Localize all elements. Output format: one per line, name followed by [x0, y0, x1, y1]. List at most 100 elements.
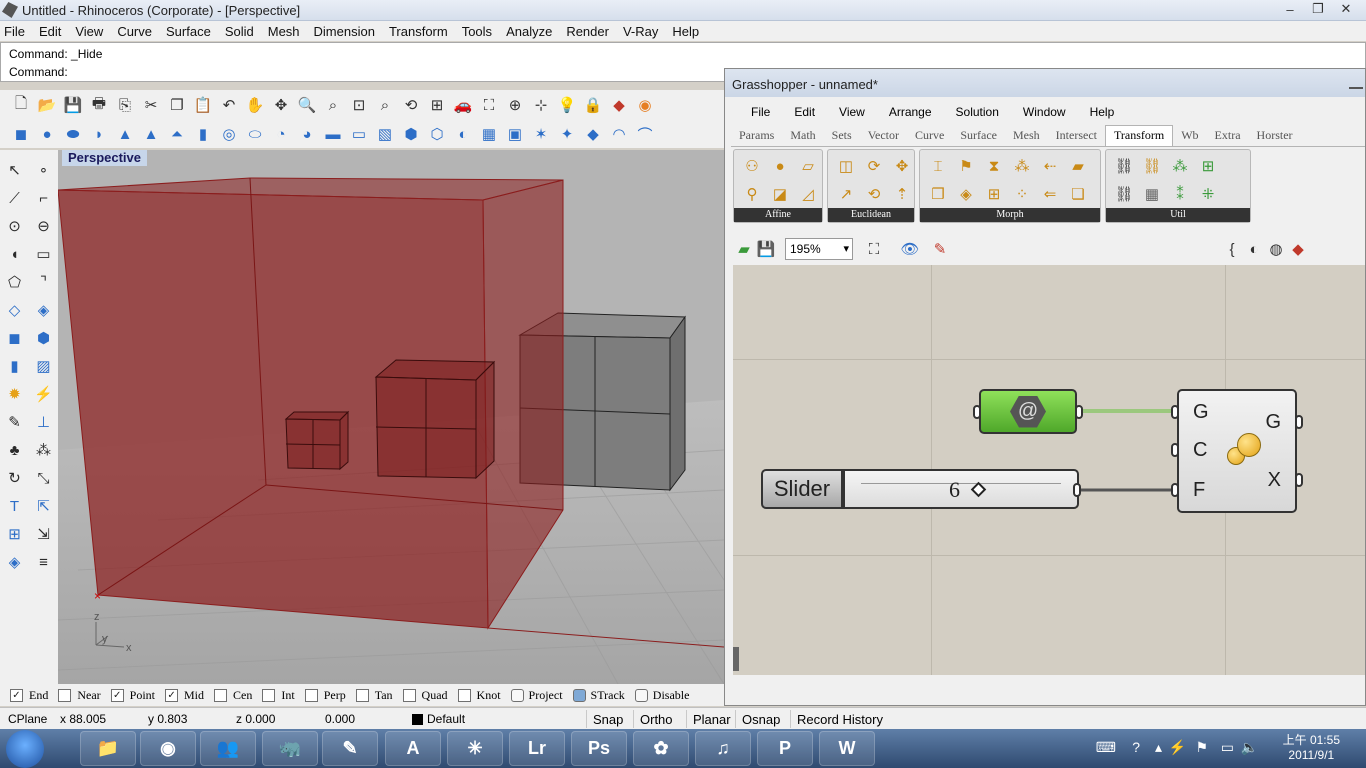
ellipsoid-icon[interactable]: ⬬ — [62, 123, 84, 145]
split-transform-icon[interactable]: ⛓ — [1138, 152, 1166, 180]
itunes-task-icon[interactable]: ♫ — [695, 731, 751, 766]
camera-obscura-icon[interactable]: ⁘ — [1008, 180, 1036, 208]
circle-icon[interactable]: ⊙ — [0, 212, 29, 240]
morph-group-label[interactable]: Morph — [920, 208, 1100, 222]
loft-icon[interactable]: ◈ — [29, 296, 58, 324]
osnap-strack[interactable]: STrack — [572, 688, 625, 703]
explode-icon[interactable]: ⇲ — [29, 520, 58, 548]
input-c-label[interactable]: C — [1193, 439, 1207, 462]
save-icon[interactable]: 💾 — [62, 94, 84, 116]
menu-render[interactable]: Render — [566, 24, 609, 39]
affine-group-label[interactable]: Affine — [734, 208, 822, 222]
color-wheel-icon[interactable]: ◉ — [634, 94, 656, 116]
chrome-task-icon[interactable]: ◉ — [140, 731, 196, 766]
geometry-param-input-grip[interactable] — [973, 405, 981, 419]
solid-box-icon[interactable]: ◼ — [0, 324, 29, 352]
surface-morph-icon[interactable]: ▰ — [1064, 152, 1092, 180]
osnap-near[interactable]: Near — [58, 688, 101, 703]
surface-icon[interactable]: ◇ — [0, 296, 29, 324]
rhino-app-icon[interactable] — [2, 2, 18, 18]
cone-icon[interactable]: ▲ — [114, 123, 136, 145]
osnap-disable[interactable]: Disable — [634, 688, 689, 703]
ellipse-icon[interactable]: ⊖ — [29, 212, 58, 240]
osnap-near-checkbox[interactable] — [58, 688, 72, 702]
undo-icon[interactable]: ↶ — [218, 94, 240, 116]
mirror-surface-icon[interactable]: ❏ — [1064, 180, 1092, 208]
tri-map-icon[interactable]: ◿ — [794, 180, 822, 208]
tab-extra[interactable]: Extra — [1207, 128, 1249, 146]
osnap-end-checkbox[interactable]: ✓ — [10, 688, 23, 702]
print-icon[interactable]: 🖶 — [88, 94, 110, 116]
status-layer[interactable]: Default — [427, 712, 465, 726]
osnap-cen[interactable]: Cen — [214, 688, 252, 703]
output-g-grip[interactable] — [1295, 415, 1303, 429]
torus-icon[interactable]: ⬭ — [244, 123, 266, 145]
tab-params[interactable]: Params — [731, 128, 782, 146]
paste-icon[interactable]: 📋 — [192, 94, 214, 116]
move-component-icon[interactable]: ✥ — [888, 152, 916, 180]
help-tray-icon[interactable]: ? — [1132, 739, 1140, 755]
autocad-task-icon[interactable]: A — [385, 731, 441, 766]
spatial-deform-icon[interactable]: ⇐ — [1036, 180, 1064, 208]
rotate3d-component-icon[interactable]: ⟲ — [860, 180, 888, 208]
gh-menu-file[interactable]: File — [751, 105, 770, 119]
tab-intersect[interactable]: Intersect — [1048, 128, 1105, 146]
open-folder-icon[interactable]: 📂 — [36, 94, 58, 116]
number-slider[interactable]: Slider 6 — [761, 469, 1079, 509]
taper-component-icon[interactable]: ⧗ — [980, 152, 1008, 180]
menu-vray[interactable]: V-Ray — [623, 24, 658, 39]
rect-map-icon[interactable]: ◪ — [766, 180, 794, 208]
rectangle-icon[interactable]: ▭ — [29, 240, 58, 268]
tab-math[interactable]: Math — [782, 128, 823, 146]
close-button[interactable]: ✕ — [1332, 0, 1360, 18]
material-icon[interactable]: ◆ — [608, 94, 630, 116]
polyline-icon[interactable]: ⟋ — [0, 184, 29, 212]
zoom-icon[interactable]: 🔍 — [296, 94, 318, 116]
menu-edit[interactable]: Edit — [39, 24, 61, 39]
split-icon[interactable]: ⊥ — [29, 408, 58, 436]
properties-icon[interactable]: ≡ — [29, 548, 58, 576]
orient-component-icon[interactable]: ↗ — [832, 180, 860, 208]
perspective-viewport[interactable]: × z y x Perspective — [58, 150, 724, 684]
osnap-project[interactable]: Project — [510, 688, 563, 703]
move-to-plane-icon[interactable]: ⇡ — [888, 180, 916, 208]
pan-hand-icon[interactable]: ✋ — [244, 94, 266, 116]
light-bulb-icon[interactable]: 💡 — [556, 94, 578, 116]
tab-wb[interactable]: Wb — [1173, 128, 1206, 146]
input-c-grip[interactable] — [1171, 443, 1179, 457]
grasshopper-title-bar[interactable]: Grasshopper - unnamed* — [725, 69, 1365, 97]
osnap-mid[interactable]: ✓ Mid — [165, 688, 204, 703]
mesh-icon[interactable]: ▨ — [29, 352, 58, 380]
osnap-mid-checkbox[interactable]: ✓ — [165, 688, 179, 702]
undo-view-icon[interactable]: ⟲ — [400, 94, 422, 116]
bend-component-icon[interactable]: ⌶ — [924, 152, 952, 180]
pipe-icon[interactable]: ◔ — [270, 123, 292, 145]
snap-grid-icon[interactable]: ⊹ — [530, 94, 552, 116]
boolean-intersect-icon[interactable]: ◐ — [452, 123, 474, 145]
trim-icon[interactable]: ✎ — [0, 408, 29, 436]
show-hidden-icon[interactable]: ▴ — [1155, 739, 1162, 756]
input-f-label[interactable]: F — [1193, 479, 1205, 502]
rhino-task-icon[interactable]: 🦏 — [262, 731, 318, 766]
cplane-icon[interactable]: ⊕ — [504, 94, 526, 116]
menu-view[interactable]: View — [75, 24, 103, 39]
maximize-button[interactable]: ❐ — [1304, 0, 1332, 18]
group-icon[interactable]: ♣ — [0, 436, 29, 464]
input-g-grip[interactable] — [1171, 405, 1179, 419]
monitor-tray-icon[interactable]: ▭ — [1221, 739, 1234, 756]
maelstrom-icon[interactable]: ⊞ — [980, 180, 1008, 208]
scale-component-icon[interactable]: ● — [766, 152, 794, 180]
new-file-icon[interactable]: 🗋 — [10, 94, 32, 116]
osnap-int[interactable]: Int — [262, 688, 295, 703]
pyramid-icon[interactable]: ▲ — [140, 123, 162, 145]
zoom-window-icon[interactable]: ⌕ — [322, 94, 344, 116]
brace-icon[interactable]: { — [1221, 238, 1243, 260]
rotate-component-icon[interactable]: ⟳ — [860, 152, 888, 180]
shell-icon[interactable]: ▣ — [504, 123, 526, 145]
solid-edit-icon[interactable]: ✶ — [530, 123, 552, 145]
lock-icon[interactable]: 🔒 — [582, 94, 604, 116]
menu-transform[interactable]: Transform — [389, 24, 448, 39]
gh-minimize-icon[interactable] — [1349, 77, 1363, 89]
arc-icon[interactable]: ◖ — [0, 240, 29, 268]
four-viewports-icon[interactable]: ⊞ — [426, 94, 448, 116]
